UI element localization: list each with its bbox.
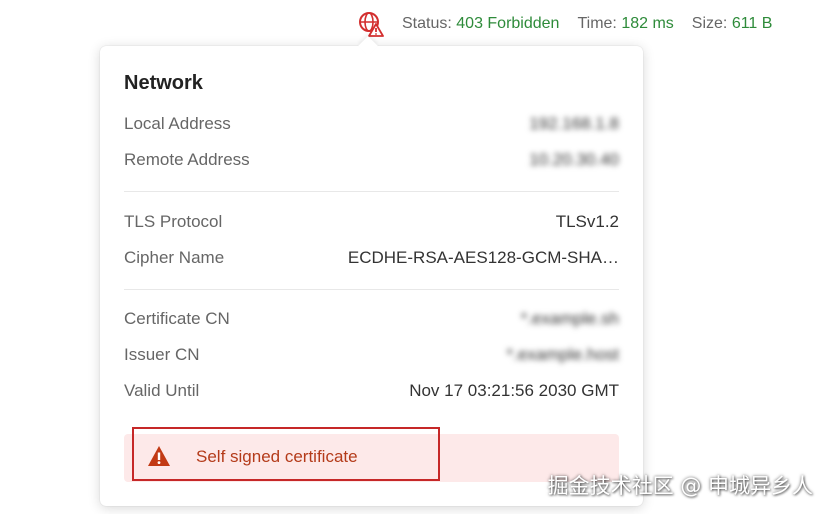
row-label: Remote Address xyxy=(124,150,250,169)
row-value: *.example.sh xyxy=(520,309,619,328)
row-value: Nov 17 03:21:56 2030 GMT xyxy=(409,381,619,400)
row-label: Cipher Name xyxy=(124,248,225,267)
row-value: TLSv1.2 xyxy=(555,212,619,231)
status-label: Status: xyxy=(402,15,452,32)
warning-text: Self signed certificate xyxy=(196,447,358,466)
row-label: Local Address xyxy=(124,114,231,133)
popover-arrow xyxy=(358,36,378,56)
row-label: Valid Until xyxy=(124,381,200,400)
size-item: Size: 611 B xyxy=(692,15,773,33)
row-label: Certificate CN xyxy=(124,309,230,328)
popover-title: Network xyxy=(124,72,203,94)
row-remote-address: Remote Address 10.20.30.40 xyxy=(124,149,619,171)
row-local-address: Local Address 192.168.1.8 xyxy=(124,113,619,135)
row-certificate-cn: Certificate CN *.example.sh xyxy=(124,308,619,330)
watermark: 掘金技术社区 @ 申城异乡人 xyxy=(547,474,813,498)
divider xyxy=(124,289,619,290)
row-value: *.example.host xyxy=(506,345,619,364)
divider xyxy=(124,191,619,192)
time-label: Time: xyxy=(577,15,617,32)
row-cipher-name: Cipher Name ECDHE-RSA-AES128-GCM-SHA… xyxy=(124,247,619,269)
row-valid-until: Valid Until Nov 17 03:21:56 2030 GMT xyxy=(124,380,619,402)
size-value: 611 B xyxy=(731,15,773,32)
size-label: Size: xyxy=(691,15,728,32)
warning-triangle-icon xyxy=(147,445,171,467)
row-value: 192.168.1.8 xyxy=(529,114,619,133)
response-status-bar: Status: 403 Forbidden Time: 182 ms Size:… xyxy=(358,10,790,38)
row-value: ECDHE-RSA-AES128-GCM-SHA… xyxy=(347,248,619,267)
status-value: 403 Forbidden xyxy=(456,15,560,32)
row-issuer-cn: Issuer CN *.example.host xyxy=(124,344,619,366)
time-item: Time: 182 ms xyxy=(577,15,673,33)
row-label: Issuer CN xyxy=(124,345,200,364)
row-label: TLS Protocol xyxy=(124,212,223,231)
network-popover: Network Local Address 192.168.1.8 Remote… xyxy=(100,36,643,506)
row-value: 10.20.30.40 xyxy=(529,150,619,169)
time-value: 182 ms xyxy=(621,15,674,32)
status-item: Status: 403 Forbidden xyxy=(402,15,559,33)
globe-warning-icon[interactable] xyxy=(358,11,384,37)
certificate-warning: Self signed certificate xyxy=(124,427,619,482)
row-tls-protocol: TLS Protocol TLSv1.2 xyxy=(124,211,619,233)
